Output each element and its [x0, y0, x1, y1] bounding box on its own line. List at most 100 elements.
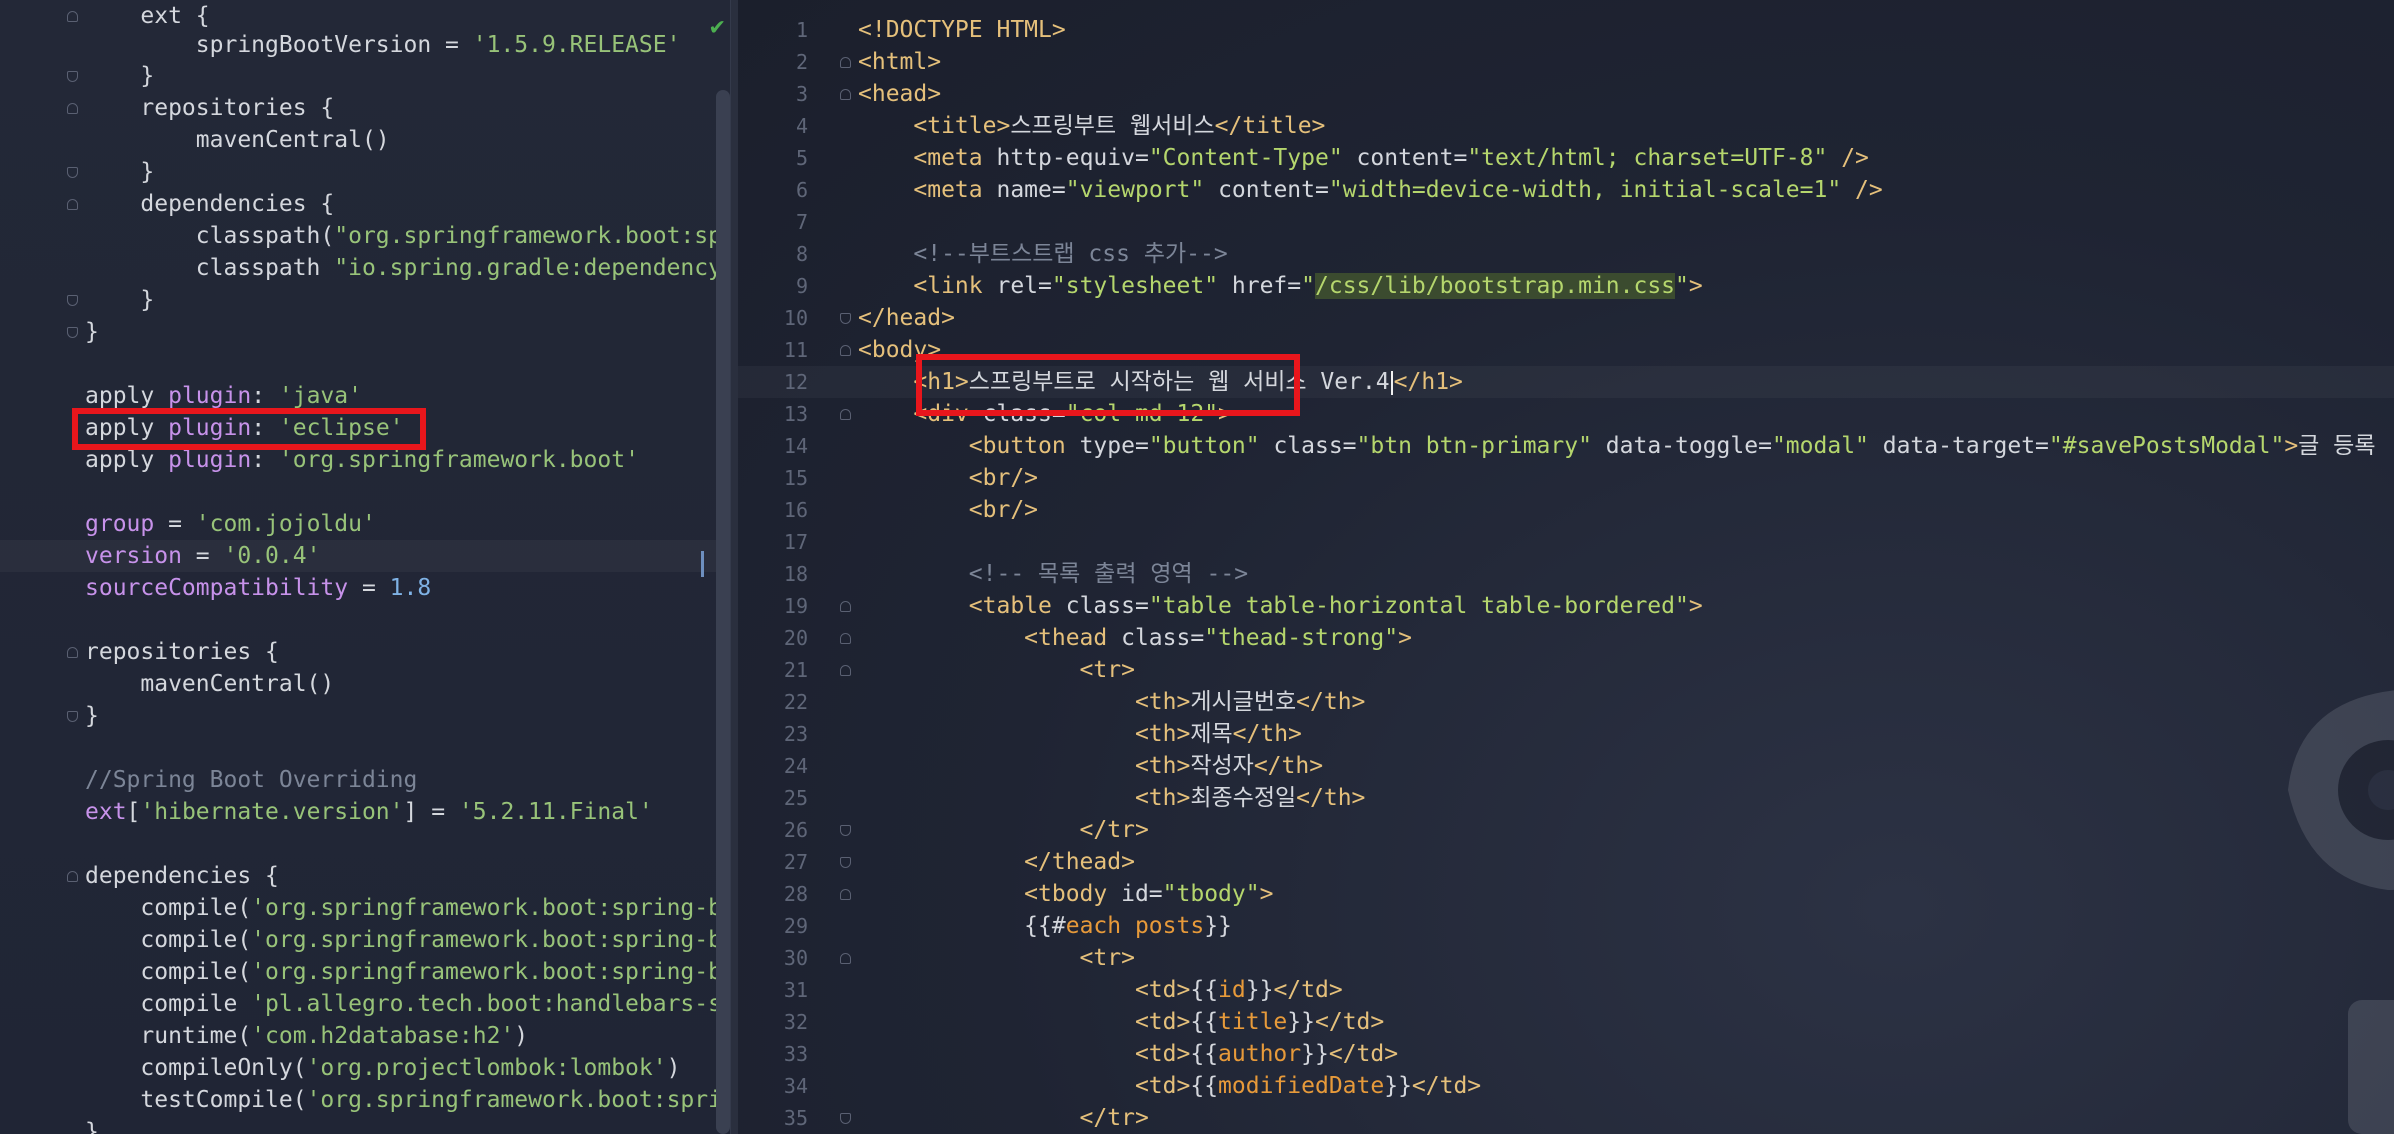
fold-marker-icon[interactable]: [840, 601, 851, 612]
code-text[interactable]: }: [85, 700, 99, 732]
code-line[interactable]: 20 <thead class="thead-strong">: [738, 622, 2394, 654]
code-line[interactable]: 23 <th>제목</th>: [738, 718, 2394, 750]
code-line[interactable]: 19 <table class="table table-horizontal …: [738, 590, 2394, 622]
code-line[interactable]: }: [0, 284, 738, 316]
fold-marker-icon[interactable]: [840, 89, 851, 100]
gradle-editor-pane[interactable]: ext { springBootVersion = '1.5.9.RELEASE…: [0, 0, 738, 1134]
code-text[interactable]: <!--부트스트랩 css 추가-->: [858, 238, 1227, 270]
fold-marker-icon[interactable]: [840, 953, 851, 964]
code-line[interactable]: //Spring Boot Overriding: [0, 764, 738, 796]
code-line[interactable]: 10 </head>: [738, 302, 2394, 334]
code-text[interactable]: }: [85, 156, 154, 188]
fold-marker-icon[interactable]: [67, 647, 78, 658]
fold-marker-icon[interactable]: [67, 11, 78, 22]
code-text[interactable]: }: [85, 284, 154, 316]
code-line[interactable]: testCompile('org.springframework.boot:sp…: [0, 1084, 738, 1116]
code-text[interactable]: </thead>: [858, 846, 1135, 878]
fold-marker-icon[interactable]: [840, 313, 851, 324]
fold-marker-icon[interactable]: [840, 409, 851, 420]
code-line[interactable]: 25 <th>최종수정일</th>: [738, 782, 2394, 814]
code-line[interactable]: 27 </thead>: [738, 846, 2394, 878]
code-text[interactable]: </tr>: [858, 1102, 1149, 1134]
code-line[interactable]: version = '0.0.4': [0, 540, 738, 572]
code-line[interactable]: 1 <!DOCTYPE HTML>: [738, 14, 2394, 46]
code-text[interactable]: runtime('com.h2database:h2'): [85, 1020, 528, 1052]
code-text[interactable]: <meta name="viewport" content="width=dev…: [858, 174, 1882, 206]
code-line[interactable]: dependencies {: [0, 188, 738, 220]
code-line[interactable]: 9 <link rel="stylesheet" href="/css/lib/…: [738, 270, 2394, 302]
code-text[interactable]: </tr>: [858, 814, 1149, 846]
code-line[interactable]: runtime('com.h2database:h2'): [0, 1020, 738, 1052]
code-text[interactable]: <button type="button" class="btn btn-pri…: [858, 430, 2376, 462]
code-text[interactable]: <tbody id="tbody">: [858, 878, 1273, 910]
code-text[interactable]: ext {: [85, 0, 209, 32]
code-text[interactable]: repositories {: [85, 636, 279, 668]
fold-marker-icon[interactable]: [840, 665, 851, 676]
code-line[interactable]: 17: [738, 526, 2394, 558]
code-text[interactable]: <th>제목</th>: [858, 718, 1302, 750]
code-text[interactable]: <!DOCTYPE HTML>: [858, 14, 1066, 46]
code-line[interactable]: 32 <td>{{title}}</td>: [738, 1006, 2394, 1038]
code-line[interactable]: classpath "io.spring.gradle:dependency-: [0, 252, 738, 284]
code-text[interactable]: <html>: [858, 46, 941, 78]
code-text[interactable]: }: [85, 1116, 99, 1134]
code-text[interactable]: testCompile('org.springframework.boot:sp…: [85, 1084, 735, 1116]
code-line[interactable]: compile('org.springframework.boot:spring…: [0, 956, 738, 988]
code-text[interactable]: compile('org.springframework.boot:spring…: [85, 892, 735, 924]
code-text[interactable]: }: [85, 316, 99, 348]
code-text[interactable]: <td>{{id}}</td>: [858, 974, 1343, 1006]
code-text[interactable]: <br/>: [858, 462, 1038, 494]
code-line[interactable]: repositories {: [0, 636, 738, 668]
fold-marker-icon[interactable]: [67, 103, 78, 114]
code-line[interactable]: sourceCompatibility = 1.8: [0, 572, 738, 604]
code-text[interactable]: <td>{{modifiedDate}}</td>: [858, 1070, 1481, 1102]
code-line[interactable]: 24 <th>작성자</th>: [738, 750, 2394, 782]
code-text[interactable]: {{#each posts}}: [858, 910, 1232, 942]
code-line[interactable]: 22 <th>게시글번호</th>: [738, 686, 2394, 718]
code-line[interactable]: 33 <td>{{author}}</td>: [738, 1038, 2394, 1070]
code-line[interactable]: 35 </tr>: [738, 1102, 2394, 1134]
fold-marker-icon[interactable]: [840, 345, 851, 356]
code-text[interactable]: ext['hibernate.version'] = '5.2.11.Final…: [85, 796, 653, 828]
code-text[interactable]: group = 'com.jojoldu': [85, 508, 376, 540]
code-line[interactable]: 3 <head>: [738, 78, 2394, 110]
code-text[interactable]: <!-- 목록 출력 영역 -->: [858, 558, 1248, 590]
code-line[interactable]: }: [0, 60, 738, 92]
code-line[interactable]: compile('org.springframework.boot:spring…: [0, 892, 738, 924]
code-line[interactable]: ext {: [0, 0, 738, 32]
code-line[interactable]: mavenCentral(): [0, 124, 738, 156]
code-line[interactable]: 16 <br/>: [738, 494, 2394, 526]
code-text[interactable]: <th>작성자</th>: [858, 750, 1323, 782]
fold-marker-icon[interactable]: [67, 199, 78, 210]
code-text[interactable]: <td>{{author}}</td>: [858, 1038, 1398, 1070]
code-text[interactable]: repositories {: [85, 92, 334, 124]
code-line[interactable]: dependencies {: [0, 860, 738, 892]
fold-marker-icon[interactable]: [67, 295, 78, 306]
code-line[interactable]: classpath("org.springframework.boot:spr: [0, 220, 738, 252]
html-editor-pane[interactable]: 1 <!DOCTYPE HTML> 2 <html> 3 <head> 4 <title>스…: [738, 0, 2394, 1134]
fold-marker-icon[interactable]: [67, 71, 78, 82]
fold-marker-icon[interactable]: [840, 857, 851, 868]
code-line[interactable]: 21 <tr>: [738, 654, 2394, 686]
fold-marker-icon[interactable]: [840, 633, 851, 644]
code-text[interactable]: compileOnly('org.projectlombok:lombok'): [85, 1052, 680, 1084]
code-line[interactable]: 7: [738, 206, 2394, 238]
code-line[interactable]: 29 {{#each posts}}: [738, 910, 2394, 942]
code-line[interactable]: 4 <title>스프링부트 웹서비스</title>: [738, 110, 2394, 142]
code-text[interactable]: compile 'pl.allegro.tech.boot:handlebars…: [85, 988, 735, 1020]
code-line[interactable]: }: [0, 1116, 738, 1134]
code-text[interactable]: </head>: [858, 302, 955, 334]
code-line[interactable]: 5 <meta http-equiv="Content-Type" conten…: [738, 142, 2394, 174]
code-line[interactable]: 30 <tr>: [738, 942, 2394, 974]
code-text[interactable]: <tr>: [858, 942, 1135, 974]
code-text[interactable]: <thead class="thead-strong">: [858, 622, 1412, 654]
code-text[interactable]: springBootVersion = '1.5.9.RELEASE': [85, 29, 681, 61]
code-line[interactable]: }: [0, 156, 738, 188]
code-line[interactable]: 6 <meta name="viewport" content="width=d…: [738, 174, 2394, 206]
scrollbar-thumb[interactable]: [716, 90, 730, 1134]
code-line[interactable]: 18 <!-- 목록 출력 영역 -->: [738, 558, 2394, 590]
fold-marker-icon[interactable]: [67, 167, 78, 178]
code-text[interactable]: mavenCentral(): [85, 124, 390, 156]
code-line[interactable]: compileOnly('org.projectlombok:lombok'): [0, 1052, 738, 1084]
code-line[interactable]: 26 </tr>: [738, 814, 2394, 846]
